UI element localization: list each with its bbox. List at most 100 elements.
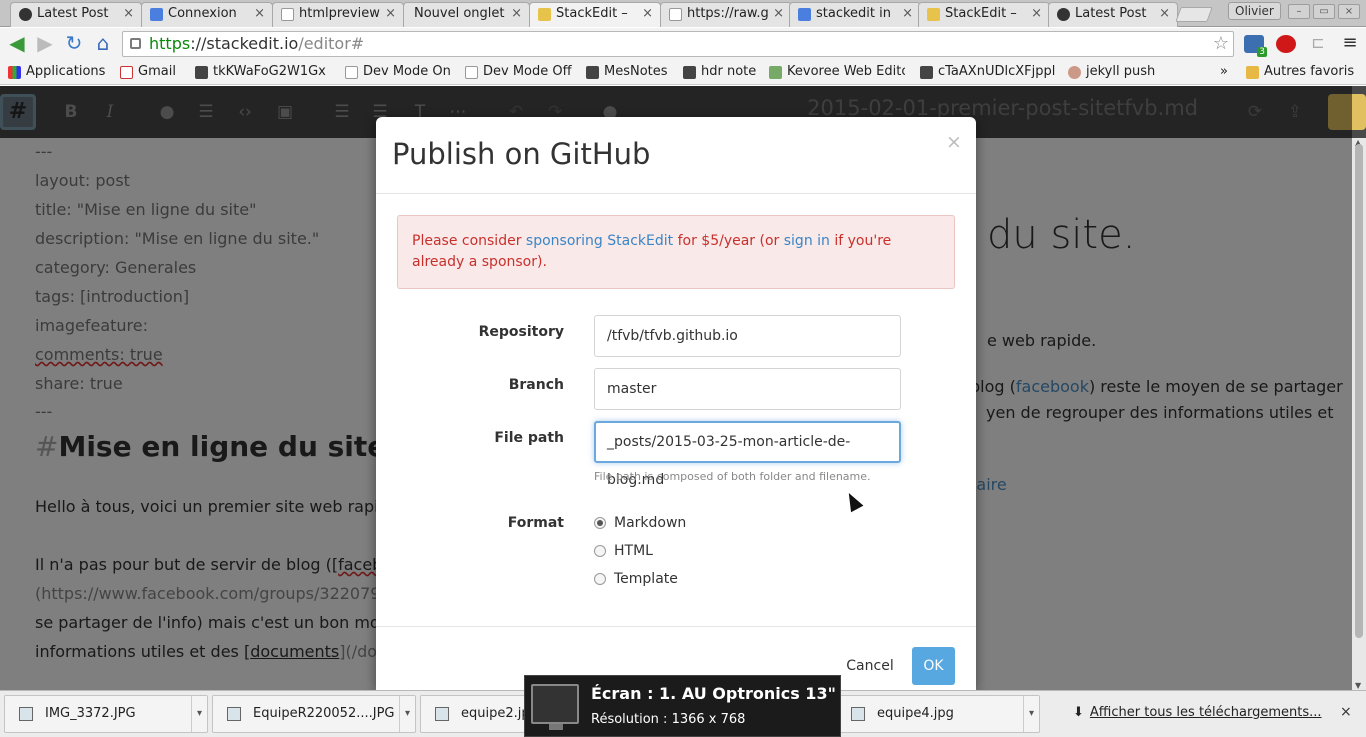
close-icon[interactable]: × <box>946 131 962 153</box>
bookmarklet-icon <box>920 66 933 79</box>
bookmark-item[interactable]: hdr note <box>683 64 756 80</box>
cast-icon[interactable]: ⊏ <box>1308 35 1328 53</box>
close-downloads-icon[interactable]: × <box>1340 704 1352 720</box>
bookmark-item[interactable]: Kevoree Web Edito <box>769 64 905 80</box>
browser-tab[interactable]: htmlpreview × <box>272 2 404 27</box>
page-scrollbar[interactable]: ▲ ▼ <box>1352 138 1366 690</box>
tab-title: stackedit in <box>816 6 891 21</box>
close-tab-icon[interactable]: × <box>254 3 265 25</box>
apps-grid-icon <box>8 66 21 79</box>
scroll-down-icon[interactable]: ▼ <box>1355 681 1361 690</box>
sponsor-link[interactable]: sponsoring StackEdit <box>526 233 673 249</box>
format-radio-html[interactable]: HTML <box>594 542 653 560</box>
forward-arrow-icon[interactable]: ▶ <box>33 32 57 56</box>
sign-in-link[interactable]: sign in <box>784 233 830 249</box>
download-item[interactable]: IMG_3372.JPG ▾ <box>4 695 208 733</box>
show-all-link[interactable]: Afficher tous les téléchargements... <box>1090 705 1322 720</box>
chevron-down-icon[interactable]: ▾ <box>399 696 415 732</box>
close-tab-icon[interactable]: × <box>511 3 522 25</box>
back-arrow-icon[interactable]: ◀ <box>5 32 29 56</box>
close-tab-icon[interactable]: × <box>773 3 784 25</box>
dialog-title: Publish on GitHub <box>392 137 651 171</box>
bookmark-item[interactable]: jekyll push <box>1068 64 1155 80</box>
bookmarks-overflow-button[interactable]: » <box>1220 64 1228 80</box>
jekyll-icon <box>1068 66 1081 79</box>
chevron-down-icon[interactable]: ▾ <box>191 696 207 732</box>
url-path: /editor# <box>298 34 365 53</box>
browser-tab[interactable]: StackEdit – × <box>918 2 1050 27</box>
browser-tab[interactable]: stackedit in × <box>789 2 921 27</box>
alert-text: for $5/year (or <box>673 233 784 249</box>
tab-strip: Latest Post × Connexion × htmlpreview × … <box>0 0 1366 27</box>
page-icon <box>345 66 358 79</box>
bookmark-item[interactable]: MesNotes <box>586 64 668 80</box>
address-bar[interactable]: https://stackedit.io/editor# ☆ <box>122 31 1234 57</box>
tab-title: Nouvel onglet <box>414 6 505 21</box>
close-tab-icon[interactable]: × <box>123 3 134 25</box>
file-path-input[interactable]: _posts/2015-03-25-mon-article-de-blog.md <box>594 421 901 488</box>
download-item[interactable]: equipe4.jpg ▾ <box>836 695 1040 733</box>
bookmark-item[interactable]: Dev Mode Off <box>465 64 572 80</box>
format-radio-markdown[interactable]: Markdown <box>594 514 686 532</box>
close-window-icon[interactable]: × <box>1338 4 1360 19</box>
profile-button[interactable]: Olivier <box>1228 2 1281 20</box>
file-path-help: File path is composed of both folder and… <box>594 470 871 483</box>
browser-tab[interactable]: Latest Post × <box>1048 2 1178 27</box>
url-scheme: https <box>149 34 191 53</box>
new-tab-button[interactable] <box>1175 7 1213 22</box>
download-filename: EquipeR220052....JPG <box>253 706 395 721</box>
scrollbar-thumb[interactable] <box>1355 144 1363 638</box>
bookmark-star-icon[interactable]: ☆ <box>1213 32 1229 56</box>
ok-button[interactable]: OK <box>912 647 955 685</box>
browser-tab[interactable]: Connexion × <box>141 2 273 27</box>
bookmark-gmail[interactable]: Gmail <box>120 64 176 80</box>
bookmark-apps[interactable]: Applications <box>8 64 105 80</box>
browser-tab[interactable]: Nouvel onglet × <box>403 2 530 27</box>
browser-tab-active[interactable]: StackEdit – × <box>529 2 661 27</box>
extension-stack-icon[interactable]: 3 <box>1244 35 1267 57</box>
radio-unselected-icon[interactable] <box>594 573 606 585</box>
display-resolution: Résolution : 1366 x 768 <box>591 712 746 727</box>
bookmark-label: hdr note <box>701 64 757 79</box>
cancel-button[interactable]: Cancel <box>839 647 901 685</box>
bookmark-item[interactable]: Dev Mode On <box>345 64 451 80</box>
lock-icon <box>130 38 141 49</box>
google-favicon-icon <box>150 8 163 21</box>
extension-badge: 3 <box>1257 47 1267 57</box>
close-tab-icon[interactable]: × <box>902 3 913 25</box>
close-tab-icon[interactable]: × <box>1031 3 1042 25</box>
chevron-down-icon[interactable]: ▾ <box>1023 696 1039 732</box>
branch-input[interactable]: master <box>594 368 901 410</box>
tab-title: Latest Post <box>37 6 109 21</box>
maximize-icon[interactable]: ▭ <box>1313 4 1335 19</box>
browser-tab[interactable]: https://raw.g × <box>660 2 792 27</box>
file-icon <box>851 707 865 721</box>
minimize-icon[interactable]: – <box>1288 4 1310 19</box>
stackedit-favicon-icon <box>538 8 551 21</box>
radio-selected-icon[interactable] <box>594 517 606 529</box>
bookmark-item[interactable]: cTaAXnUDlcXFjppl <box>920 64 1055 80</box>
gmail-icon <box>120 66 133 79</box>
bookmark-label: Gmail <box>138 64 176 79</box>
show-all-downloads[interactable]: ⬇ Afficher tous les téléchargements... <box>1073 705 1322 720</box>
browser-tab[interactable]: Latest Post × <box>10 2 142 27</box>
home-icon[interactable]: ⌂ <box>91 32 115 56</box>
reload-icon[interactable]: ↻ <box>62 32 86 56</box>
close-tab-icon[interactable]: × <box>642 3 653 25</box>
repository-label: Repository <box>478 324 564 340</box>
format-radio-template[interactable]: Template <box>594 570 678 588</box>
close-tab-icon[interactable]: × <box>1159 3 1170 25</box>
radio-label: Markdown <box>614 515 687 531</box>
download-item[interactable]: EquipeR220052....JPG ▾ <box>212 695 416 733</box>
other-bookmarks-folder[interactable]: Autres favoris <box>1246 64 1354 80</box>
download-filename: equipe4.jpg <box>877 706 954 721</box>
menu-icon[interactable]: ≡ <box>1340 34 1360 53</box>
radio-unselected-icon[interactable] <box>594 545 606 557</box>
bookmark-label: cTaAXnUDlcXFjppl <box>938 64 1055 79</box>
download-arrow-icon: ⬇ <box>1073 705 1084 720</box>
repository-input[interactable]: /tfvb/tfvb.github.io <box>594 315 901 357</box>
bookmarklet-icon <box>195 66 208 79</box>
adblock-icon[interactable] <box>1276 35 1296 53</box>
close-tab-icon[interactable]: × <box>385 3 396 25</box>
bookmark-item[interactable]: tkKWaFoG2W1Gx <box>195 64 330 80</box>
